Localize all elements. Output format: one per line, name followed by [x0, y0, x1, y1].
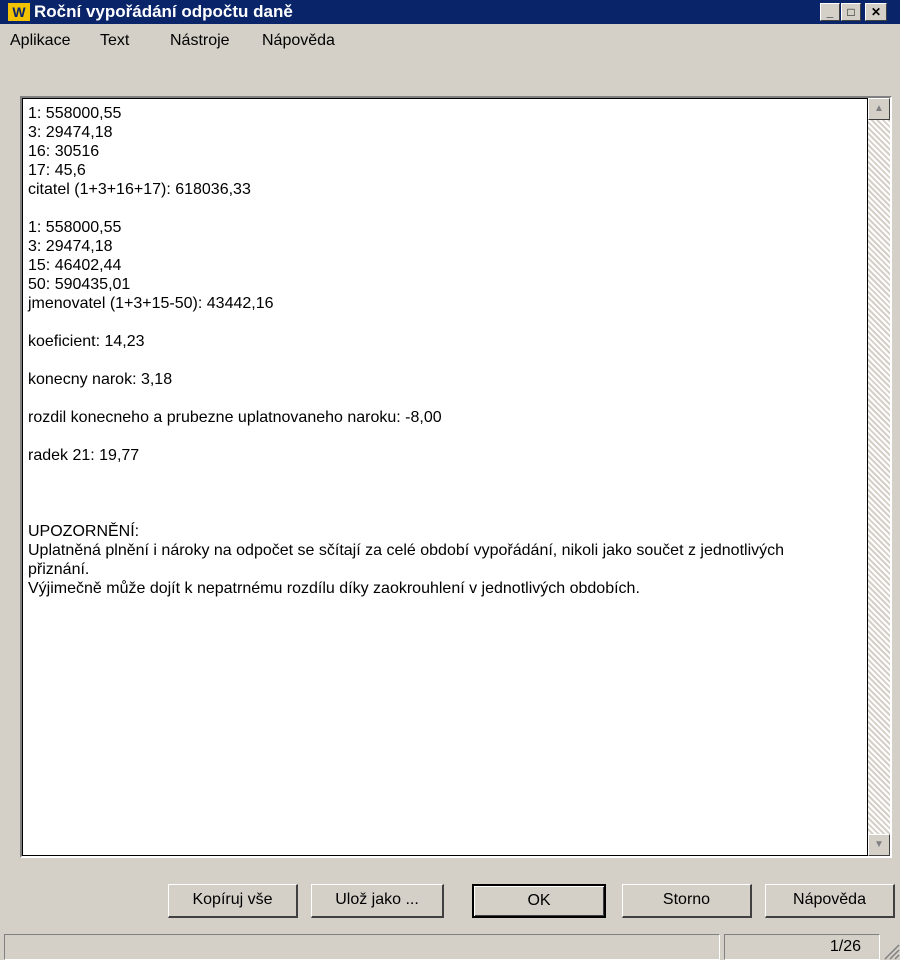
page-indicator: 1/26: [724, 934, 880, 960]
menu-aplikace[interactable]: Aplikace: [10, 32, 70, 50]
scroll-up-button[interactable]: ▲: [868, 98, 890, 120]
cancel-button[interactable]: Storno: [622, 884, 752, 918]
result-text: 1: 558000,55 3: 29474,18 16: 30516 17: 4…: [28, 104, 858, 598]
citatel-line: citatel (1+3+16+17): 618036,33: [28, 181, 251, 198]
text-area-frame: 1: 558000,55 3: 29474,18 16: 30516 17: 4…: [22, 98, 868, 856]
text-line: 1: 558000,55: [28, 219, 122, 236]
text-line: 15: 46402,44: [28, 257, 122, 274]
help-button[interactable]: Nápověda: [765, 884, 895, 918]
text-line: 16: 30516: [28, 143, 100, 160]
vertical-scrollbar[interactable]: ▲ ▼: [868, 98, 890, 856]
warning-title: UPOZORNĚNÍ:: [28, 523, 140, 540]
result-text-area[interactable]: 1: 558000,55 3: 29474,18 16: 30516 17: 4…: [20, 96, 892, 858]
app-logo-icon: W: [8, 3, 30, 21]
scroll-down-button[interactable]: ▼: [868, 834, 890, 856]
minimize-button[interactable]: _: [820, 3, 840, 21]
text-line: 3: 29474,18: [28, 124, 113, 141]
ok-button[interactable]: OK: [472, 884, 606, 918]
text-line: 17: 45,6: [28, 162, 86, 179]
status-panel: [4, 934, 720, 960]
title-bar: W Roční vypořádání odpočtu daně _ □ ✕: [0, 0, 900, 24]
menu-text[interactable]: Text: [100, 32, 129, 50]
dialog-window: W Roční vypořádání odpočtu daně _ □ ✕ Ap…: [0, 0, 900, 960]
konecny-narok-line: konecny narok: 3,18: [28, 371, 173, 388]
copy-all-button[interactable]: Kopíruj vše: [168, 884, 298, 918]
save-as-button[interactable]: Ulož jako ...: [311, 884, 444, 918]
menu-nastroje[interactable]: Nástroje: [170, 32, 230, 50]
menu-napoveda[interactable]: Nápověda: [262, 32, 335, 50]
warning-text: Uplatněná plnění i nároky na odpočet se …: [28, 542, 785, 578]
text-line: 1: 558000,55: [28, 105, 122, 122]
text-line: 50: 590435,01: [28, 276, 131, 293]
close-button[interactable]: ✕: [865, 3, 887, 21]
text-line: 3: 29474,18: [28, 238, 113, 255]
koeficient-line: koeficient: 14,23: [28, 333, 145, 350]
rozdil-line: rozdil konecneho a prubezne uplatnovaneh…: [28, 409, 442, 426]
radek-21-line: radek 21: 19,77: [28, 447, 140, 464]
maximize-button[interactable]: □: [841, 3, 861, 21]
status-bar: 1/26: [0, 932, 900, 960]
resize-grip-icon[interactable]: [882, 942, 900, 960]
window-title: Roční vypořádání odpočtu daně: [34, 2, 293, 21]
jmenovatel-line: jmenovatel (1+3+15-50): 43442,16: [28, 295, 274, 312]
warning-text: Výjimečně může dojít k nepatrnému rozdíl…: [28, 580, 640, 597]
menu-bar: Aplikace Text Nástroje Nápověda: [0, 28, 900, 56]
